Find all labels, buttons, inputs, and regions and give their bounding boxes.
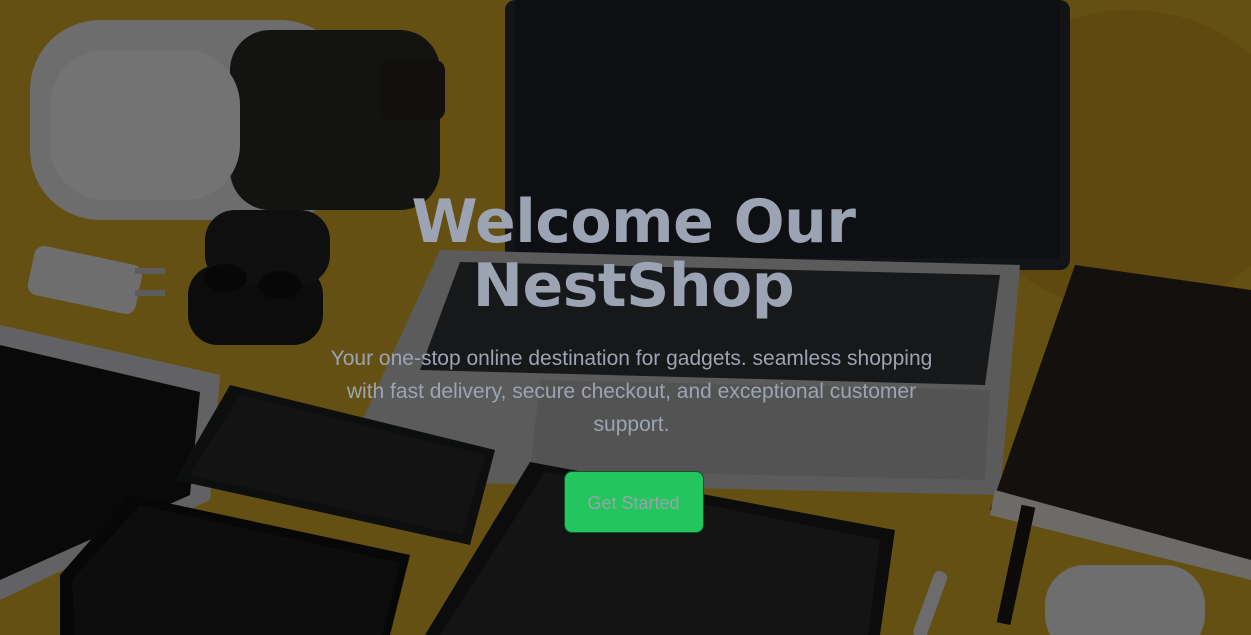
hero-subtitle: Your one-stop online destination for gad… bbox=[330, 347, 933, 436]
hero-section: Welcome Our NestShop Your one-stop onlin… bbox=[0, 0, 1251, 635]
hero-title: Welcome Our NestShop bbox=[411, 187, 856, 321]
hero-content: Welcome Our NestShop Your one-stop onlin… bbox=[0, 190, 1251, 533]
get-started-button[interactable]: Get Started bbox=[563, 471, 704, 533]
